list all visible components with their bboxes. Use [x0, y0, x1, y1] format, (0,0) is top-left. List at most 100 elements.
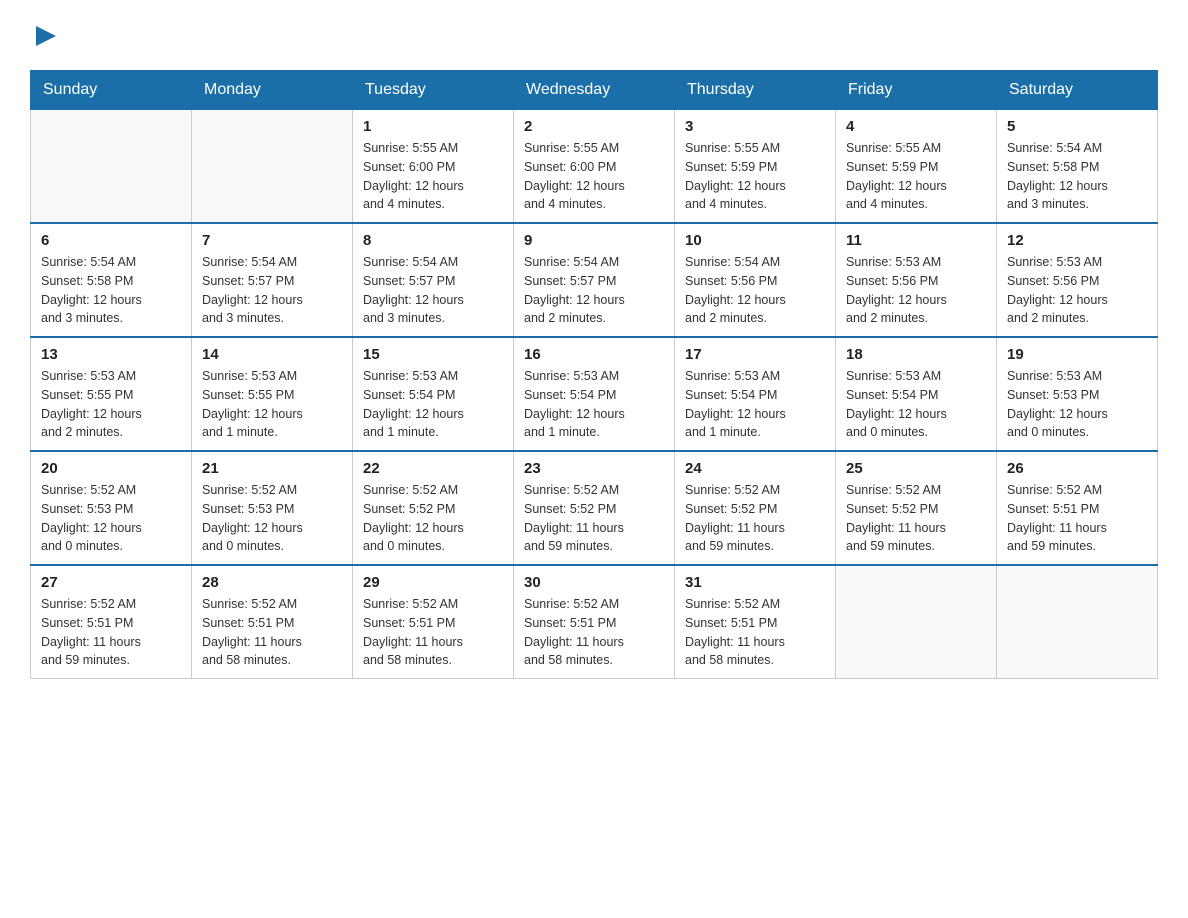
day-info: Sunrise: 5:52 AM Sunset: 5:53 PM Dayligh…	[202, 481, 342, 556]
day-number: 25	[846, 460, 986, 477]
page-header	[30, 20, 1158, 50]
day-info: Sunrise: 5:52 AM Sunset: 5:51 PM Dayligh…	[1007, 481, 1147, 556]
day-number: 10	[685, 232, 825, 249]
day-info: Sunrise: 5:55 AM Sunset: 5:59 PM Dayligh…	[685, 139, 825, 214]
day-info: Sunrise: 5:55 AM Sunset: 6:00 PM Dayligh…	[524, 139, 664, 214]
day-of-week-header: Wednesday	[514, 71, 675, 110]
day-number: 11	[846, 232, 986, 249]
day-number: 3	[685, 118, 825, 135]
day-info: Sunrise: 5:52 AM Sunset: 5:51 PM Dayligh…	[202, 595, 342, 670]
day-info: Sunrise: 5:52 AM Sunset: 5:52 PM Dayligh…	[846, 481, 986, 556]
calendar-cell: 24 Sunrise: 5:52 AM Sunset: 5:52 PM Dayli…	[675, 451, 836, 565]
day-info: Sunrise: 5:53 AM Sunset: 5:53 PM Dayligh…	[1007, 367, 1147, 442]
calendar-header-row: SundayMondayTuesdayWednesdayThursdayFrid…	[31, 71, 1158, 110]
day-number: 17	[685, 346, 825, 363]
day-info: Sunrise: 5:53 AM Sunset: 5:55 PM Dayligh…	[41, 367, 181, 442]
calendar-cell: 8 Sunrise: 5:54 AM Sunset: 5:57 PM Daylig…	[353, 223, 514, 337]
calendar-cell: 20 Sunrise: 5:52 AM Sunset: 5:53 PM Dayli…	[31, 451, 192, 565]
day-number: 6	[41, 232, 181, 249]
day-number: 8	[363, 232, 503, 249]
calendar-cell: 7 Sunrise: 5:54 AM Sunset: 5:57 PM Daylig…	[192, 223, 353, 337]
day-info: Sunrise: 5:53 AM Sunset: 5:54 PM Dayligh…	[363, 367, 503, 442]
calendar-cell	[192, 110, 353, 224]
calendar-week-row: 6 Sunrise: 5:54 AM Sunset: 5:58 PM Daylig…	[31, 223, 1158, 337]
calendar-cell: 10 Sunrise: 5:54 AM Sunset: 5:56 PM Dayli…	[675, 223, 836, 337]
day-of-week-header: Thursday	[675, 71, 836, 110]
calendar-cell: 4 Sunrise: 5:55 AM Sunset: 5:59 PM Daylig…	[836, 110, 997, 224]
day-number: 18	[846, 346, 986, 363]
day-number: 19	[1007, 346, 1147, 363]
calendar-cell: 15 Sunrise: 5:53 AM Sunset: 5:54 PM Dayli…	[353, 337, 514, 451]
day-number: 27	[41, 574, 181, 591]
day-info: Sunrise: 5:52 AM Sunset: 5:51 PM Dayligh…	[363, 595, 503, 670]
day-number: 22	[363, 460, 503, 477]
calendar-cell: 26Sunrise: 5:52 AM Sunset: 5:51 PM Dayli…	[997, 451, 1158, 565]
day-number: 14	[202, 346, 342, 363]
calendar-cell: 9 Sunrise: 5:54 AM Sunset: 5:57 PM Daylig…	[514, 223, 675, 337]
day-number: 1	[363, 118, 503, 135]
day-info: Sunrise: 5:54 AM Sunset: 5:57 PM Dayligh…	[202, 253, 342, 328]
calendar-cell	[997, 565, 1158, 679]
logo-arrow-icon	[32, 22, 60, 50]
calendar-cell: 12 Sunrise: 5:53 AM Sunset: 5:56 PM Dayli…	[997, 223, 1158, 337]
calendar-cell: 6 Sunrise: 5:54 AM Sunset: 5:58 PM Daylig…	[31, 223, 192, 337]
day-info: Sunrise: 5:52 AM Sunset: 5:51 PM Dayligh…	[41, 595, 181, 670]
day-info: Sunrise: 5:52 AM Sunset: 5:52 PM Dayligh…	[685, 481, 825, 556]
calendar-cell: 14 Sunrise: 5:53 AM Sunset: 5:55 PM Dayli…	[192, 337, 353, 451]
day-info: Sunrise: 5:53 AM Sunset: 5:56 PM Dayligh…	[846, 253, 986, 328]
day-number: 29	[363, 574, 503, 591]
day-number: 30	[524, 574, 664, 591]
calendar-cell	[836, 565, 997, 679]
calendar-week-row: 27 Sunrise: 5:52 AM Sunset: 5:51 PM Dayli…	[31, 565, 1158, 679]
day-number: 21	[202, 460, 342, 477]
calendar-cell: 2 Sunrise: 5:55 AM Sunset: 6:00 PM Daylig…	[514, 110, 675, 224]
day-number: 16	[524, 346, 664, 363]
day-number: 20	[41, 460, 181, 477]
day-info: Sunrise: 5:54 AM Sunset: 5:58 PM Dayligh…	[41, 253, 181, 328]
day-info: Sunrise: 5:54 AM Sunset: 5:57 PM Dayligh…	[524, 253, 664, 328]
day-info: Sunrise: 5:54 AM Sunset: 5:57 PM Dayligh…	[363, 253, 503, 328]
day-info: Sunrise: 5:54 AM Sunset: 5:56 PM Dayligh…	[685, 253, 825, 328]
calendar-cell: 30Sunrise: 5:52 AM Sunset: 5:51 PM Dayli…	[514, 565, 675, 679]
day-info: Sunrise: 5:53 AM Sunset: 5:55 PM Dayligh…	[202, 367, 342, 442]
day-number: 15	[363, 346, 503, 363]
day-number: 13	[41, 346, 181, 363]
day-number: 24	[685, 460, 825, 477]
day-number: 2	[524, 118, 664, 135]
calendar-cell: 25 Sunrise: 5:52 AM Sunset: 5:52 PM Dayli…	[836, 451, 997, 565]
day-info: Sunrise: 5:52 AM Sunset: 5:52 PM Dayligh…	[363, 481, 503, 556]
calendar-week-row: 20 Sunrise: 5:52 AM Sunset: 5:53 PM Dayli…	[31, 451, 1158, 565]
day-info: Sunrise: 5:53 AM Sunset: 5:56 PM Dayligh…	[1007, 253, 1147, 328]
day-info: Sunrise: 5:53 AM Sunset: 5:54 PM Dayligh…	[524, 367, 664, 442]
day-of-week-header: Saturday	[997, 71, 1158, 110]
calendar-cell: 1 Sunrise: 5:55 AM Sunset: 6:00 PM Daylig…	[353, 110, 514, 224]
calendar-cell: 31Sunrise: 5:52 AM Sunset: 5:51 PM Dayli…	[675, 565, 836, 679]
day-of-week-header: Friday	[836, 71, 997, 110]
calendar-cell: 11 Sunrise: 5:53 AM Sunset: 5:56 PM Dayli…	[836, 223, 997, 337]
calendar-cell: 3 Sunrise: 5:55 AM Sunset: 5:59 PM Daylig…	[675, 110, 836, 224]
day-info: Sunrise: 5:55 AM Sunset: 5:59 PM Dayligh…	[846, 139, 986, 214]
day-number: 5	[1007, 118, 1147, 135]
calendar-cell	[31, 110, 192, 224]
day-number: 12	[1007, 232, 1147, 249]
calendar-cell: 22 Sunrise: 5:52 AM Sunset: 5:52 PM Dayli…	[353, 451, 514, 565]
day-of-week-header: Tuesday	[353, 71, 514, 110]
calendar-cell: 17Sunrise: 5:53 AM Sunset: 5:54 PM Dayli…	[675, 337, 836, 451]
day-number: 4	[846, 118, 986, 135]
day-info: Sunrise: 5:53 AM Sunset: 5:54 PM Dayligh…	[846, 367, 986, 442]
day-number: 28	[202, 574, 342, 591]
calendar-week-row: 13 Sunrise: 5:53 AM Sunset: 5:55 PM Dayli…	[31, 337, 1158, 451]
calendar-week-row: 1 Sunrise: 5:55 AM Sunset: 6:00 PM Daylig…	[31, 110, 1158, 224]
day-number: 7	[202, 232, 342, 249]
day-info: Sunrise: 5:55 AM Sunset: 6:00 PM Dayligh…	[363, 139, 503, 214]
calendar-cell: 27 Sunrise: 5:52 AM Sunset: 5:51 PM Dayli…	[31, 565, 192, 679]
calendar-cell: 29 Sunrise: 5:52 AM Sunset: 5:51 PM Dayli…	[353, 565, 514, 679]
calendar-table: SundayMondayTuesdayWednesdayThursdayFrid…	[30, 70, 1158, 679]
calendar-cell: 5 Sunrise: 5:54 AM Sunset: 5:58 PM Daylig…	[997, 110, 1158, 224]
logo	[30, 20, 60, 50]
calendar-cell: 18 Sunrise: 5:53 AM Sunset: 5:54 PM Dayli…	[836, 337, 997, 451]
calendar-cell: 28 Sunrise: 5:52 AM Sunset: 5:51 PM Dayli…	[192, 565, 353, 679]
day-info: Sunrise: 5:52 AM Sunset: 5:53 PM Dayligh…	[41, 481, 181, 556]
day-info: Sunrise: 5:54 AM Sunset: 5:58 PM Dayligh…	[1007, 139, 1147, 214]
day-number: 9	[524, 232, 664, 249]
